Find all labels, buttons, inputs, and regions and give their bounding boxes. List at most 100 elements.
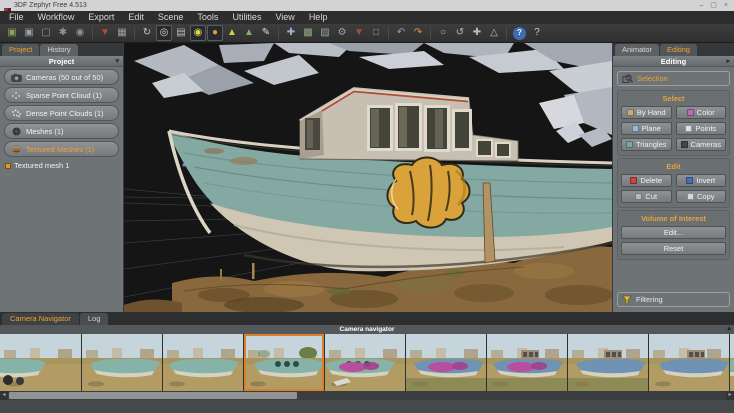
undo-icon[interactable]: ↶ bbox=[393, 25, 409, 41]
tree-item-textured-mesh[interactable]: Textured mesh 1 bbox=[5, 161, 123, 170]
camera-thumbnail-4[interactable] bbox=[243, 334, 324, 391]
filtering-button[interactable]: Filtering bbox=[617, 292, 730, 307]
editing-panel-tab-editing[interactable]: Editing bbox=[660, 44, 697, 56]
menu-edit[interactable]: Edit bbox=[121, 11, 151, 24]
editing-panel-header[interactable]: Editing ▸ bbox=[613, 56, 734, 67]
project-item-dense-point-clouds-1[interactable]: Dense Point Clouds (1) bbox=[4, 105, 119, 121]
project-panel-tab-project[interactable]: Project bbox=[2, 44, 39, 56]
sparse-cloud-toggle-icon[interactable]: ▲ bbox=[224, 25, 240, 41]
new-project-icon[interactable]: ▣ bbox=[4, 25, 20, 41]
status-bar bbox=[0, 400, 734, 413]
magic-wand-icon[interactable]: ✚ bbox=[283, 25, 299, 41]
save-project-icon[interactable]: ▢ bbox=[38, 25, 54, 41]
project-item-meshes-1[interactable]: Meshes (1) bbox=[4, 123, 119, 139]
menu-view[interactable]: View bbox=[268, 11, 301, 24]
menu-scene[interactable]: Scene bbox=[151, 11, 191, 24]
export-icon[interactable]: ◉ bbox=[72, 25, 88, 41]
delete-button[interactable]: Delete bbox=[621, 174, 672, 187]
menu-export[interactable]: Export bbox=[81, 11, 121, 24]
invert-button[interactable]: Invert bbox=[676, 174, 727, 187]
project-item-textured-meshes-1[interactable]: Textured Meshes (1) bbox=[4, 141, 119, 157]
open-project-icon[interactable]: ▣ bbox=[21, 25, 37, 41]
invert-icon bbox=[686, 177, 693, 184]
marker-pin-icon[interactable]: ▼ bbox=[97, 25, 113, 41]
scrollbar-handle[interactable] bbox=[9, 392, 297, 399]
help-icon[interactable]: ? bbox=[529, 25, 545, 41]
triangles-button[interactable]: Triangles bbox=[621, 138, 672, 151]
move-tool-icon[interactable]: ✚ bbox=[469, 25, 485, 41]
scroll-right-arrow[interactable]: ▸ bbox=[726, 391, 734, 400]
menu-tools[interactable]: Tools bbox=[190, 11, 225, 24]
camera-thumbnail-2[interactable] bbox=[81, 334, 162, 391]
plane-icon bbox=[632, 125, 639, 132]
bottom-tab-log[interactable]: Log bbox=[80, 313, 109, 325]
camera-thumbnail-1[interactable] bbox=[0, 334, 81, 391]
copy-button[interactable]: Copy bbox=[676, 190, 727, 203]
cut-button[interactable]: Cut bbox=[621, 190, 672, 203]
menu-workflow[interactable]: Workflow bbox=[31, 11, 82, 24]
mesh-icon bbox=[11, 127, 22, 136]
point-display-icon[interactable]: ● bbox=[207, 25, 223, 41]
menu-file[interactable]: File bbox=[2, 11, 31, 24]
camera-thumbnail-5[interactable] bbox=[324, 334, 405, 391]
collapse-arrow-icon[interactable]: ▴ bbox=[727, 324, 731, 333]
orbit-target-icon[interactable]: ◎ bbox=[156, 25, 172, 41]
camera-thumbnail-6[interactable] bbox=[405, 334, 486, 391]
project-panel-tab-history[interactable]: History bbox=[40, 44, 77, 56]
editing-panel-tabs: AnimatorEditing bbox=[613, 43, 734, 56]
help-sphere-icon[interactable]: ? bbox=[513, 27, 526, 40]
window-controls: –▢ × bbox=[699, 1, 728, 10]
camera-thumbnail-10[interactable] bbox=[729, 334, 734, 391]
editing-panel-tab-animator[interactable]: Animator bbox=[615, 44, 659, 56]
rotate-reset-icon[interactable]: ↺ bbox=[452, 25, 468, 41]
triangles-icon bbox=[626, 141, 633, 148]
edit-button[interactable]: Edit... bbox=[621, 226, 726, 239]
maximize-button[interactable]: ▢ bbox=[710, 1, 717, 10]
section-title: Select bbox=[621, 94, 726, 103]
scrollbar-track[interactable] bbox=[8, 391, 726, 400]
paint-brush-icon[interactable]: ✎ bbox=[258, 25, 274, 41]
section-buttons: By Hand Color Plane Points Triangles Cameras bbox=[621, 106, 726, 151]
import-icon[interactable]: ✱ bbox=[55, 25, 71, 41]
color-button[interactable]: Color bbox=[676, 106, 727, 119]
project-item-cameras-50-out-of-50[interactable]: Cameras (50 out of 50) bbox=[4, 69, 119, 85]
view-options-icon[interactable]: ▤ bbox=[173, 25, 189, 41]
lasso-select-icon[interactable]: ○ bbox=[435, 25, 451, 41]
menu-utilities[interactable]: Utilities bbox=[225, 11, 268, 24]
close-button[interactable]: × bbox=[724, 1, 728, 10]
lighting-icon[interactable]: ◉ bbox=[190, 25, 206, 41]
snapshot-camera-icon[interactable]: ▦ bbox=[114, 25, 130, 41]
project-item-label: Cameras (50 out of 50) bbox=[26, 73, 103, 82]
camera-thumbnail-3[interactable] bbox=[162, 334, 243, 391]
minimize-button[interactable]: – bbox=[699, 1, 703, 10]
measure-tool-icon[interactable]: △ bbox=[486, 25, 502, 41]
mesh-solid-icon[interactable]: ▨ bbox=[317, 25, 333, 41]
reset-button[interactable]: Reset bbox=[621, 242, 726, 255]
project-panel-tabs: ProjectHistory bbox=[0, 43, 123, 56]
project-item-label: Textured Meshes (1) bbox=[26, 145, 94, 154]
points-button[interactable]: Points bbox=[676, 122, 727, 135]
orbit-icon[interactable]: ↻ bbox=[139, 25, 155, 41]
camera-thumbnail-8[interactable] bbox=[567, 334, 648, 391]
settings-gear-icon[interactable]: ⚙ bbox=[334, 25, 350, 41]
project-panel-header[interactable]: Project ▾ bbox=[0, 56, 123, 67]
cameras-button[interactable]: Cameras bbox=[676, 138, 727, 151]
plane-button[interactable]: Plane bbox=[621, 122, 672, 135]
selection-tool-button[interactable]: Selection bbox=[617, 71, 730, 86]
by-hand-button[interactable]: By Hand bbox=[621, 106, 672, 119]
camera-thumbnail-strip bbox=[0, 334, 734, 391]
redo-icon[interactable]: ↷ bbox=[410, 25, 426, 41]
menu-help[interactable]: Help bbox=[302, 11, 335, 24]
scroll-left-arrow[interactable]: ◂ bbox=[0, 391, 8, 400]
bottom-tab-camera-navigator[interactable]: Camera Navigator bbox=[2, 313, 79, 325]
thumbnail-scrollbar[interactable]: ◂ ▸ bbox=[0, 391, 734, 400]
dense-cloud-toggle-icon[interactable]: ▲ bbox=[241, 25, 257, 41]
mesh-wire-icon[interactable]: ▩ bbox=[300, 25, 316, 41]
select-rect-icon[interactable]: □ bbox=[368, 25, 384, 41]
viewport-3d[interactable] bbox=[124, 43, 612, 312]
camera-thumbnail-7[interactable] bbox=[486, 334, 567, 391]
project-item-sparse-point-cloud-1[interactable]: Sparse Point Cloud (1) bbox=[4, 87, 119, 103]
drop-marker-icon[interactable]: ▼ bbox=[351, 25, 367, 41]
camera-thumbnail-9[interactable] bbox=[648, 334, 729, 391]
toolbar-separator bbox=[134, 27, 135, 39]
